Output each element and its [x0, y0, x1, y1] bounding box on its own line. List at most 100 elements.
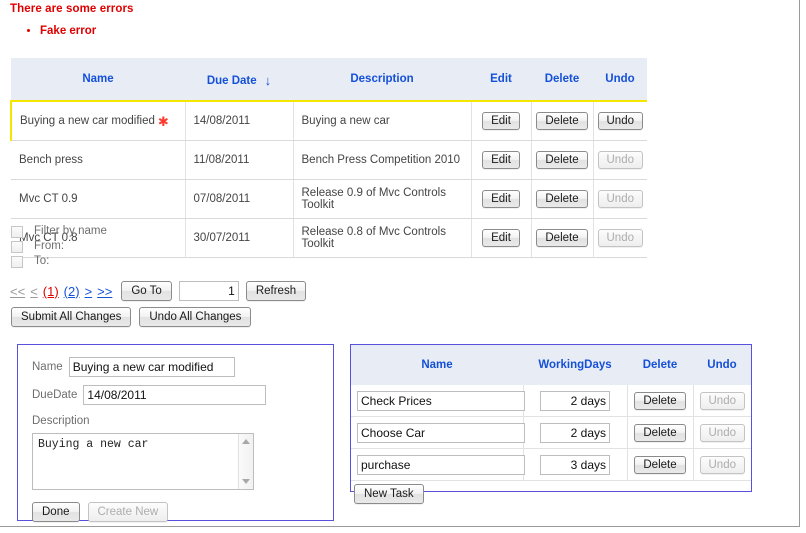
description-textarea[interactable]: Buying a new car — [32, 433, 254, 490]
column-header-undo-label: Undo — [605, 73, 635, 85]
cell-subtask-name — [351, 416, 525, 449]
subtask-column-header-workingdays-label: WorkingDays — [538, 359, 612, 371]
done-button[interactable]: Done — [32, 502, 80, 522]
cell-name: Mvc CT 0.9 — [11, 179, 186, 219]
cell-name-label: Buying a new car modified — [20, 115, 155, 127]
column-header-description-label: Description — [350, 73, 414, 85]
cell-delete-row-button: Delete — [531, 179, 594, 219]
table-row: Bench press 11/08/2011 Bench Press Competi… — [11, 140, 647, 180]
new-task-bar: New Task — [351, 481, 751, 504]
scroll-down-arrow-icon[interactable] — [242, 479, 250, 484]
subtask-name-input[interactable] — [357, 454, 525, 475]
cell-undo-row-button: Undo — [593, 218, 647, 258]
cell-description: Buying a new car — [293, 100, 472, 141]
cell-name: Bench press — [11, 140, 186, 180]
table-row: Buying a new car modified ✱ 14/08/2011 Buyi… — [10, 100, 647, 141]
edit-row-button[interactable]: Edit — [482, 112, 520, 130]
undo-row-button[interactable]: Undo — [597, 112, 643, 130]
column-header-undo: Undo — [593, 58, 647, 101]
filter-checkbox[interactable] — [11, 240, 23, 253]
dirty-marker-icon: ✱ — [157, 114, 169, 129]
subtask-column-header-undo-label: Undo — [707, 359, 737, 371]
description-textarea-value: Buying a new car — [38, 438, 149, 451]
filter-label: From: — [34, 240, 65, 252]
cell-undo-subtask-button: Undo — [693, 448, 751, 481]
subtask-workingdays-input[interactable] — [540, 454, 610, 475]
column-header-edit-label: Edit — [490, 73, 512, 85]
pager-prev[interactable]: < — [30, 284, 38, 299]
name-field-label: Name — [32, 361, 63, 373]
delete-subtask-button[interactable]: Delete — [634, 423, 686, 442]
cell-name: Buying a new car modified ✱ — [10, 100, 186, 141]
undo-row-button: Undo — [597, 151, 643, 169]
new-task-button[interactable]: New Task — [354, 484, 424, 504]
subtasks-grid: Name WorkingDays Delete Undo Delete Undo D… — [351, 345, 751, 481]
name-field-row: Name — [32, 357, 319, 377]
cell-undo-row-button: Undo — [593, 100, 647, 141]
cell-edit-row-button: Edit — [471, 140, 532, 180]
edit-row-button[interactable]: Edit — [482, 190, 520, 208]
delete-row-button[interactable]: Delete — [536, 151, 588, 169]
filter-checkbox[interactable] — [11, 225, 23, 238]
pager-next[interactable]: > — [85, 284, 93, 299]
delete-row-button[interactable]: Delete — [536, 229, 588, 247]
column-header-delete-label: Delete — [544, 73, 580, 85]
column-header-name[interactable]: Name — [11, 58, 185, 101]
cell-delete-subtask-button: Delete — [627, 385, 694, 417]
duedate-input[interactable] — [83, 385, 267, 405]
cell-due-date: 30/07/2011 — [185, 218, 294, 258]
pager-first[interactable]: << — [10, 284, 25, 299]
duedate-field-label: DueDate — [32, 389, 78, 401]
subtask-name-input[interactable] — [357, 422, 525, 443]
cell-description: Bench Press Competition 2010 — [293, 140, 472, 180]
column-header-delete: Delete — [531, 58, 593, 101]
pager-page-1[interactable]: (1) — [43, 284, 59, 299]
cell-delete-subtask-button: Delete — [627, 416, 694, 449]
submit-all-changes-button[interactable]: Submit All Changes — [11, 307, 132, 327]
name-input[interactable] — [68, 357, 235, 377]
delete-subtask-button[interactable]: Delete — [634, 455, 686, 474]
delete-row-button[interactable]: Delete — [536, 190, 588, 208]
refresh-button[interactable]: Refresh — [245, 281, 307, 301]
cell-edit-row-button: Edit — [471, 218, 532, 258]
column-header-description[interactable]: Description — [293, 58, 471, 101]
cell-subtask-workingdays — [523, 448, 628, 481]
detail-edit-panel: Name DueDate Description Buying a new ca… — [17, 344, 334, 522]
column-header-name-label: Name — [82, 73, 114, 85]
delete-row-button[interactable]: Delete — [536, 112, 588, 130]
detail-form-actions: Done Create New — [32, 502, 319, 522]
edit-row-button[interactable]: Edit — [482, 151, 520, 169]
filter-row: To: — [11, 254, 107, 269]
filter-label: To: — [34, 255, 50, 267]
go-to-button[interactable]: Go To — [121, 281, 172, 301]
subtasks-header-row: Name WorkingDays Delete Undo — [351, 345, 751, 385]
filter-options: Filter by name From: To: — [11, 224, 107, 269]
filter-row: From: — [11, 239, 107, 254]
subtask-column-header-workingdays: WorkingDays — [523, 345, 627, 385]
delete-subtask-button[interactable]: Delete — [634, 391, 686, 410]
description-textarea-scrollbar[interactable] — [238, 434, 253, 489]
subtask-workingdays-input[interactable] — [540, 390, 610, 411]
filter-label: Filter by name — [34, 225, 107, 237]
filter-checkbox[interactable] — [11, 255, 23, 268]
undo-subtask-button: Undo — [699, 391, 745, 410]
column-header-due-date-label: Due Date — [206, 74, 257, 87]
column-header-due-date[interactable]: Due Date ↓ — [185, 58, 293, 101]
description-field-label: Description — [32, 415, 90, 427]
cell-description: Release 0.8 of Mvc Controls Toolkit — [293, 218, 472, 258]
pager-page-2[interactable]: (2) — [64, 284, 80, 299]
cell-subtask-workingdays — [523, 385, 628, 417]
cell-due-date: 11/08/2011 — [185, 140, 294, 180]
scroll-up-arrow-icon[interactable] — [242, 439, 250, 444]
go-to-page-input[interactable] — [178, 281, 239, 301]
pager-last[interactable]: >> — [97, 284, 112, 299]
undo-row-button: Undo — [597, 229, 643, 247]
undo-all-changes-button[interactable]: Undo All Changes — [139, 307, 252, 327]
cell-undo-row-button: Undo — [593, 140, 647, 180]
subtask-workingdays-input[interactable] — [540, 422, 610, 443]
bulk-actions: Submit All Changes Undo All Changes — [11, 307, 252, 327]
cell-edit-row-button: Edit — [471, 100, 532, 141]
edit-row-button[interactable]: Edit — [482, 229, 520, 247]
subtask-name-input[interactable] — [357, 390, 525, 411]
cell-edit-row-button: Edit — [471, 179, 532, 219]
